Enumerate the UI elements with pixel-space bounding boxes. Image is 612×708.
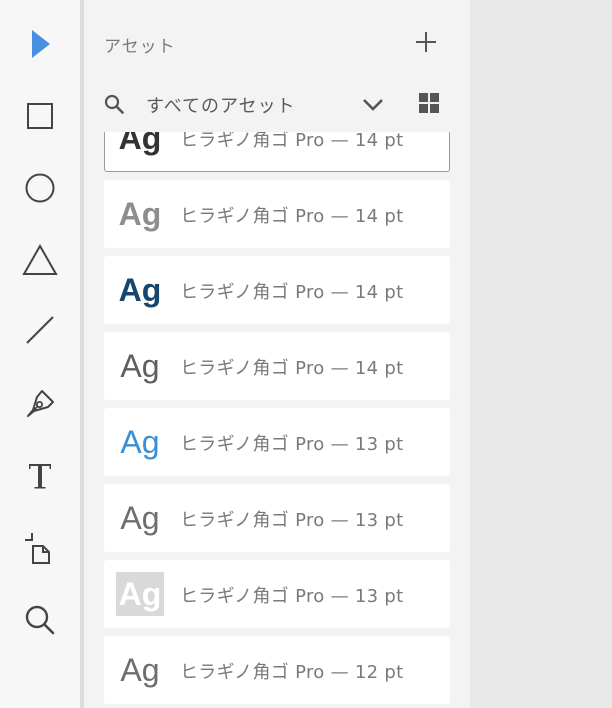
ellipse-icon [24,172,56,204]
character-style-item[interactable]: Ag ヒラギノ角ゴ Pro — 13 pt [104,408,450,476]
character-style-item[interactable]: Ag ヒラギノ角ゴ Pro — 14 pt [104,180,450,248]
character-style-sample: Ag [118,272,162,308]
add-asset-button[interactable] [410,28,442,60]
character-style-label: ヒラギノ角ゴ Pro — 14 pt [180,132,404,151]
asset-filter-label[interactable]: すべてのアセット [146,92,296,118]
character-style-sample: Ag [120,652,160,688]
character-style-sample: Ag [120,348,160,384]
character-style-sample: Ag [118,196,162,232]
text-icon [27,462,53,490]
artboard-icon [23,531,57,565]
character-style-item[interactable]: Ag ヒラギノ角ゴ Pro — 12 pt [104,636,450,704]
character-style-sample: Ag [116,572,164,616]
rectangle-tool[interactable] [16,92,64,140]
artboard-tool[interactable] [16,524,64,572]
line-icon [25,315,55,345]
text-tool[interactable] [16,452,64,500]
character-style-item[interactable]: Ag ヒラギノ角ゴ Pro — 14 pt [104,332,450,400]
panel-title: アセット [104,37,176,57]
polygon-tool[interactable] [16,236,64,284]
character-style-label: ヒラギノ角ゴ Pro — 14 pt [180,206,404,227]
magnifier-icon [24,604,56,636]
triangle-icon [22,244,58,276]
grid-view-icon[interactable] [418,92,440,118]
arrow-pointer-icon [28,29,52,59]
character-styles-items: Ag ヒラギノ角ゴ Pro — 14 pt Ag ヒラギノ角ゴ Pro — 14 pt… [104,132,450,708]
character-style-label: ヒラギノ角ゴ Pro — 13 pt [180,434,404,455]
chevron-down-icon[interactable] [362,94,384,118]
tools-toolbar [0,0,80,708]
character-style-label: ヒラギノ角ゴ Pro — 13 pt [180,510,404,531]
ellipse-tool[interactable] [16,164,64,212]
character-style-label: ヒラギノ角ゴ Pro — 13 pt [180,586,404,607]
character-style-label: ヒラギノ角ゴ Pro — 14 pt [180,282,404,303]
canvas-area[interactable] [470,0,612,708]
character-style-item[interactable]: Ag ヒラギノ角ゴ Pro — 13 pt [104,484,450,552]
character-style-label: ヒラギノ角ゴ Pro — 12 pt [180,662,404,683]
character-style-sample: Ag [120,424,160,460]
select-tool[interactable] [16,20,64,68]
search-icon[interactable] [104,94,124,118]
character-style-item[interactable]: Ag ヒラギノ角ゴ Pro — 13 pt [104,560,450,628]
rectangle-icon [26,102,54,130]
character-style-label: ヒラギノ角ゴ Pro — 14 pt [180,358,404,379]
asset-filter-bar[interactable]: すべてのアセット [84,84,470,124]
character-style-item[interactable]: Ag ヒラギノ角ゴ Pro — 14 pt [104,132,450,172]
line-tool[interactable] [16,306,64,354]
character-style-item[interactable]: Ag ヒラギノ角ゴ Pro — 14 pt [104,256,450,324]
pen-icon [24,388,56,420]
character-style-sample: Ag [118,132,162,156]
zoom-tool[interactable] [16,596,64,644]
app-window: アセット すべてのアセット Ag ヒラギノ角ゴ Pro — 14 pt Ag ヒ… [0,0,612,708]
character-style-sample: Ag [120,500,160,536]
plus-icon [415,31,437,57]
pen-tool[interactable] [16,380,64,428]
assets-panel: アセット すべてのアセット Ag ヒラギノ角ゴ Pro — 14 pt Ag ヒ… [84,0,470,708]
character-styles-list[interactable]: Ag ヒラギノ角ゴ Pro — 14 pt Ag ヒラギノ角ゴ Pro — 14 pt… [84,132,470,708]
